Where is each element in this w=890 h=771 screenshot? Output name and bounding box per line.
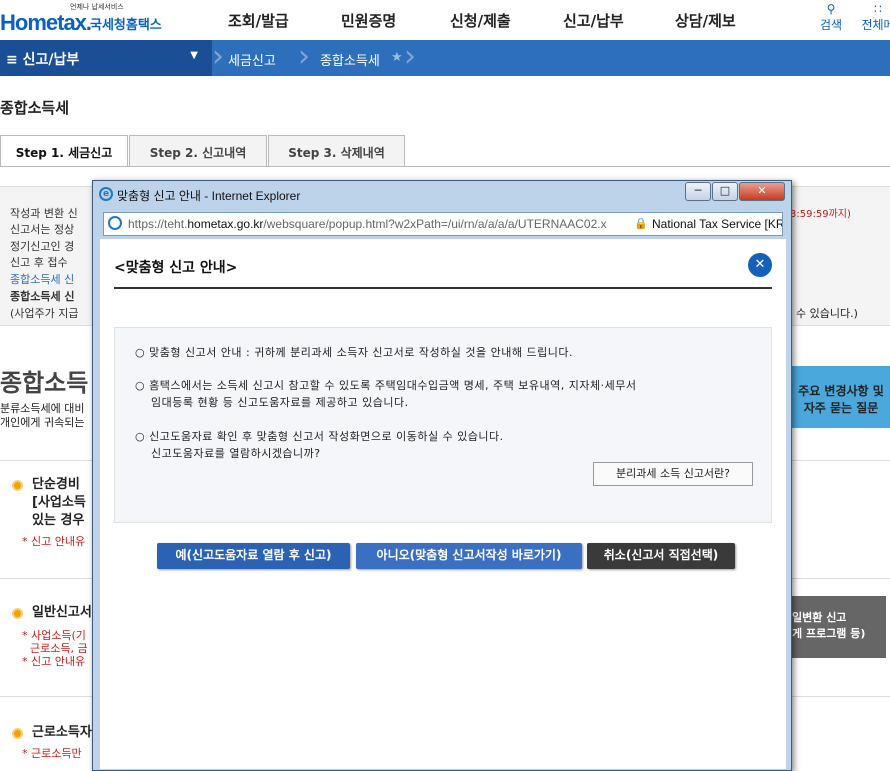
wage-note: * 근로소득만 (22, 747, 82, 760)
search-button[interactable]: ⚲ 검색 (818, 2, 844, 33)
star-icon[interactable]: ★ (391, 50, 403, 65)
nav-filing[interactable]: 신고/납부 (563, 10, 624, 31)
general-note: * 신고 안내유 (22, 655, 86, 668)
search-icon: ⚲ (826, 2, 836, 16)
menu-label: 신고/납부 (22, 52, 80, 68)
deadline-text: 3:59:59까지) (790, 209, 851, 220)
minimize-button[interactable]: ─ (685, 182, 711, 201)
hometax-logo[interactable]: 언제나 납세서비스 Hometax. 국세청홈택스 (0, 2, 170, 38)
popup-content: <맞춤형 신고 안내> ✕ ○ 맞춤형 신고서 안내 : 귀하께 분리과세 소득… (100, 239, 786, 769)
ie-page-icon (108, 216, 122, 230)
popup-close-button[interactable]: ✕ (748, 253, 772, 277)
general-title: 일반신고서 (32, 605, 92, 620)
bullet-icon (12, 728, 23, 739)
ie-icon: e (99, 187, 113, 201)
notice-line: 종합소득세 신 (10, 290, 75, 303)
tab-step1[interactable]: Step 1. 세금신고 (0, 135, 128, 167)
title-divider (114, 287, 772, 289)
simple-title: [사업소득 (32, 495, 86, 510)
breadcrumb-item-income-tax[interactable]: 종합소득세 (320, 50, 380, 69)
logo-brand: Hometax. (0, 10, 92, 35)
convert-report-button[interactable]: 일변환 신고 게 프로그램 등) (786, 596, 886, 658)
window-title: 맞춤형 신고 안내 - Internet Explorer (117, 189, 301, 203)
guide-item: ○ 홈택스에서는 소득세 신고시 참고할 수 있도록 주택임대수입금액 명세, … (135, 379, 637, 392)
breadcrumb-item-tax-report[interactable]: 세금신고 (228, 50, 276, 69)
guide-item: ○ 맞춤형 신고서 안내 : 귀하께 분리과세 소득자 신고서로 작성하실 것을… (135, 346, 573, 359)
guide-box: ○ 맞춤형 신고서 안내 : 귀하께 분리과세 소득자 신고서로 작성하실 것을… (114, 327, 772, 523)
separate-tax-info-button[interactable]: 분리과세 소득 신고서란? (593, 462, 753, 486)
breadcrumb-separator-icon: › (404, 39, 416, 74)
notice-line: 정기신고인 경 (10, 240, 75, 253)
all-menu-button[interactable]: ∷ 전체메 (858, 2, 890, 33)
breadcrumb-separator-icon: › (212, 39, 224, 74)
tab-step2[interactable]: Step 2. 신고내역 (129, 135, 267, 167)
guide-item: ○ 신고도움자료 확인 후 맞춤형 신고서 작성화면으로 이동하실 수 있습니다… (135, 430, 504, 443)
notice-line: 신고서는 정상 (10, 223, 75, 236)
notice-line: 신고 후 접수 (10, 256, 68, 269)
no-button[interactable]: 아니오(맞춤형 신고서작성 바로가기) (356, 543, 582, 569)
faq-button[interactable]: 주요 변경사항 및 자주 묻는 질문 (786, 366, 890, 428)
wage-title: 근로소득자 (32, 725, 92, 740)
all-menu-label: 전체메 (861, 18, 890, 32)
notice-link[interactable]: 종합소득세 신 (10, 271, 74, 287)
guide-item: 임대등록 현황 등 신고도움자료를 제공하고 있습니다. (151, 396, 409, 409)
menu-dropdown[interactable]: ≡ 신고/납부 ▼ (0, 40, 212, 76)
simple-title: 있는 경우 (32, 513, 85, 528)
tab-divider (0, 166, 890, 167)
yes-button[interactable]: 예(신고도움자료 열람 후 신고) (157, 543, 350, 569)
bullet-icon (12, 608, 23, 619)
close-icon: ✕ (754, 257, 766, 272)
maximize-button[interactable]: □ (712, 182, 738, 201)
notice-line: 작성과 변환 신 (10, 207, 78, 220)
section-desc: 개인에게 귀속되는 (0, 416, 85, 429)
tab-step3[interactable]: Step 3. 삭제내역 (268, 135, 405, 167)
grid-icon: ∷ (874, 2, 882, 16)
lock-icon: 🔒 (634, 218, 648, 230)
window-close-button[interactable]: ✕ (739, 182, 785, 201)
caret-down-icon: ▼ (190, 50, 198, 61)
site-identity[interactable]: National Tax Service [KR] (652, 217, 782, 231)
simple-title: 단순경비 (32, 477, 80, 492)
address-bar[interactable]: https://teht.hometax.go.kr/websquare/pop… (103, 212, 783, 236)
notice-line: (사업주가 지급 (10, 307, 79, 320)
guide-item: 신고도움자료를 열람하시겠습니까? (151, 447, 321, 460)
hamburger-icon: ≡ (6, 52, 18, 68)
simple-note: * 신고 안내유 (22, 535, 86, 548)
cancel-button[interactable]: 취소(신고서 직접선택) (587, 543, 735, 569)
bullet-icon (12, 480, 23, 491)
popup-title: <맞춤형 신고 안내> (114, 260, 238, 276)
nav-certificate[interactable]: 민원증명 (341, 10, 396, 31)
search-label: 검색 (819, 18, 843, 32)
nav-consult[interactable]: 상담/제보 (675, 10, 736, 31)
ie-popup-window: e 맞춤형 신고 안내 - Internet Explorer ─ □ ✕ ht… (92, 180, 792, 771)
breadcrumb: ≡ 신고/납부 ▼ › 세금신고 › 종합소득세 ★ › (0, 40, 890, 76)
notice-tail: 수 있습니다.) (796, 307, 858, 320)
breadcrumb-separator-icon: › (298, 39, 310, 74)
logo-kr: 국세청홈택스 (90, 18, 162, 33)
top-bar: 언제나 납세서비스 Hometax. 국세청홈택스 조회/발급 민원증명 신청/… (0, 0, 890, 40)
page-title: 종합소득세 (0, 99, 70, 117)
section-title: 종합소득 (0, 369, 89, 397)
nav-application[interactable]: 신청/제출 (450, 10, 511, 31)
nav-inquiry[interactable]: 조회/발급 (228, 10, 289, 31)
